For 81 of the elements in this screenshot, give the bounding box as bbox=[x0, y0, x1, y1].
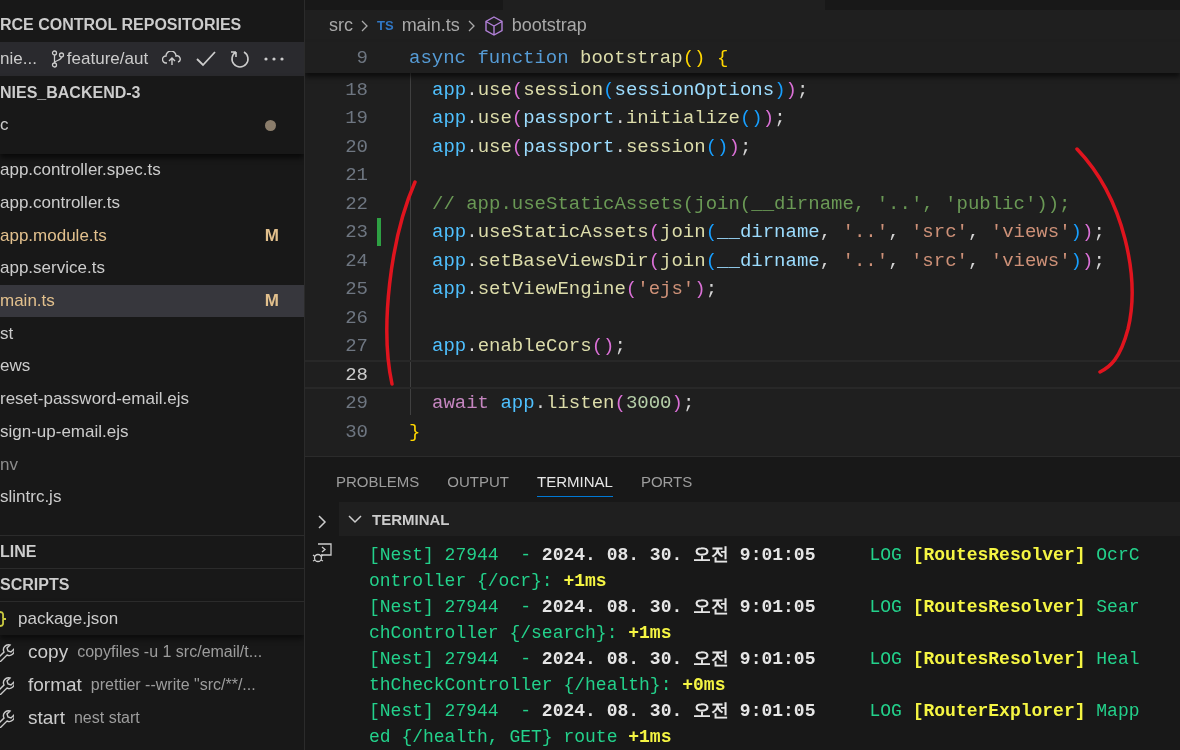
debug-terminal-icon[interactable] bbox=[312, 542, 332, 564]
section-title: RCE CONTROL REPOSITORIES bbox=[0, 15, 243, 35]
terminal-line: ed {/health, GET} route +1ms bbox=[369, 726, 673, 749]
code-line: async function bootstrap() { bbox=[409, 46, 729, 69]
folder-name[interactable]: c bbox=[0, 115, 9, 135]
code-line: await app.listen(3000); bbox=[432, 392, 695, 415]
code-line: app.use(passport.initialize()); bbox=[432, 107, 786, 130]
breadcrumb-symbol[interactable]: bootstrap bbox=[511, 15, 587, 37]
line-number: 24 bbox=[344, 249, 368, 272]
chevron-right-icon bbox=[467, 19, 476, 32]
branch-label[interactable]: feature/aut bbox=[50, 49, 149, 69]
section-header[interactable]: LINE bbox=[0, 535, 304, 568]
script-item[interactable]: start nest start bbox=[0, 701, 304, 734]
code-line: app.enableCors(); bbox=[432, 335, 626, 358]
check-icon[interactable] bbox=[196, 51, 217, 67]
code-line: app.setViewEngine('ejs'); bbox=[432, 278, 718, 301]
terminal-line: [Nest] 27944 - 2024. 08. 30. 오전 9:01:05 LOG [RoutesResolver] Heal bbox=[369, 648, 1141, 671]
typescript-file-icon: TS bbox=[377, 18, 394, 34]
panel-tab[interactable]: TERMINAL bbox=[537, 462, 613, 497]
file-item[interactable]: nv bbox=[0, 448, 304, 481]
terminal-line: ontroller {/ocr}: +1ms bbox=[369, 570, 608, 593]
cloud-upload-icon[interactable] bbox=[162, 51, 183, 67]
repo-name[interactable]: nie... bbox=[0, 49, 37, 69]
line-number: 22 bbox=[344, 192, 368, 215]
terminal-line: [Nest] 27944 - 2024. 08. 30. 오전 9:01:05 LOG [RoutesResolver] Sear bbox=[369, 596, 1141, 619]
wrench-icon bbox=[0, 707, 14, 728]
line-number: 21 bbox=[344, 164, 368, 187]
line-number: 19 bbox=[344, 107, 368, 130]
chevron-down-icon[interactable] bbox=[347, 514, 363, 524]
code-line: app.use(session(sessionOptions)); bbox=[432, 78, 809, 101]
file-item[interactable]: st bbox=[0, 317, 304, 351]
line-number: 30 bbox=[344, 420, 368, 443]
json-icon bbox=[0, 610, 6, 627]
git-status: M bbox=[264, 291, 279, 312]
file-item[interactable]: app.controller.spec.ts bbox=[0, 154, 304, 187]
more-icon[interactable] bbox=[264, 57, 285, 61]
line-number: 18 bbox=[344, 78, 368, 101]
file-item[interactable]: app.service.ts bbox=[0, 252, 304, 285]
terminal-title[interactable]: TERMINAL bbox=[372, 510, 450, 528]
file-item[interactable]: app.module.ts M bbox=[0, 219, 304, 253]
code-line: // app.useStaticAssets(join(__dirname, '..', 'public')); bbox=[432, 192, 1071, 215]
line-number: 23 bbox=[344, 221, 368, 244]
terminal-line: [Nest] 27944 - 2024. 08. 30. 오전 9:01:05 LOG [RouterExplorer] Mapp bbox=[369, 700, 1141, 723]
project-title[interactable]: NIES_BACKEND-3 bbox=[0, 76, 304, 110]
terminal-line: thCheckController {/health}: +0ms bbox=[369, 674, 727, 697]
cube-icon bbox=[483, 15, 504, 36]
file-item[interactable]: sign-up-email.ejs bbox=[0, 415, 304, 449]
panel-tab[interactable]: PORTS bbox=[640, 462, 693, 497]
git-status: M bbox=[264, 225, 279, 246]
file-item[interactable]: slintrc.js bbox=[0, 480, 304, 514]
refresh-icon[interactable] bbox=[230, 49, 251, 69]
wrench-icon bbox=[0, 641, 14, 662]
file-item[interactable]: reset-password-email.ejs bbox=[0, 382, 304, 416]
code-line: app.useStaticAssets(join(__dirname, '..', 'src', 'views')); bbox=[432, 221, 1105, 244]
line-number: 27 bbox=[344, 335, 368, 358]
line-number: 29 bbox=[344, 392, 368, 415]
section-header[interactable]: SCRIPTS bbox=[0, 568, 304, 601]
line-number: 9 bbox=[355, 46, 368, 69]
chevron-right-icon bbox=[361, 19, 369, 32]
script-item[interactable]: copy copyfiles -u 1 src/email/t... bbox=[0, 635, 304, 668]
line-number: 26 bbox=[344, 306, 368, 329]
panel-tab[interactable]: OUTPUT bbox=[447, 462, 510, 497]
file-item[interactable]: ews bbox=[0, 350, 304, 383]
file-item[interactable]: app.controller.ts bbox=[0, 186, 304, 220]
panel-tab[interactable]: PROBLEMS bbox=[336, 462, 420, 497]
chevron-right-icon[interactable] bbox=[317, 514, 327, 530]
breadcrumb-folder[interactable]: src bbox=[329, 15, 353, 37]
code-line: app.setBaseViewsDir(join(__dirname, '..', 'src', 'views')); bbox=[432, 249, 1105, 272]
line-number: 28 bbox=[344, 363, 368, 386]
package-file[interactable]: package.json bbox=[18, 608, 119, 629]
branch-icon bbox=[50, 50, 65, 68]
breadcrumb-file[interactable]: main.ts bbox=[401, 15, 460, 37]
terminal-line: chController {/search}: +1ms bbox=[369, 622, 673, 645]
script-item[interactable]: format prettier --write "src/**/... bbox=[0, 668, 304, 701]
file-item[interactable]: main.ts M bbox=[0, 284, 304, 318]
terminal-line: [Nest] 27944 - 2024. 08. 30. 오전 9:01:05 LOG [RoutesResolver] OcrC bbox=[369, 544, 1141, 567]
line-number: 20 bbox=[344, 135, 368, 158]
wrench-icon bbox=[0, 674, 14, 695]
line-number: 25 bbox=[344, 278, 368, 301]
code-line: } bbox=[409, 420, 421, 443]
code-line: app.use(passport.session()); bbox=[432, 135, 752, 158]
